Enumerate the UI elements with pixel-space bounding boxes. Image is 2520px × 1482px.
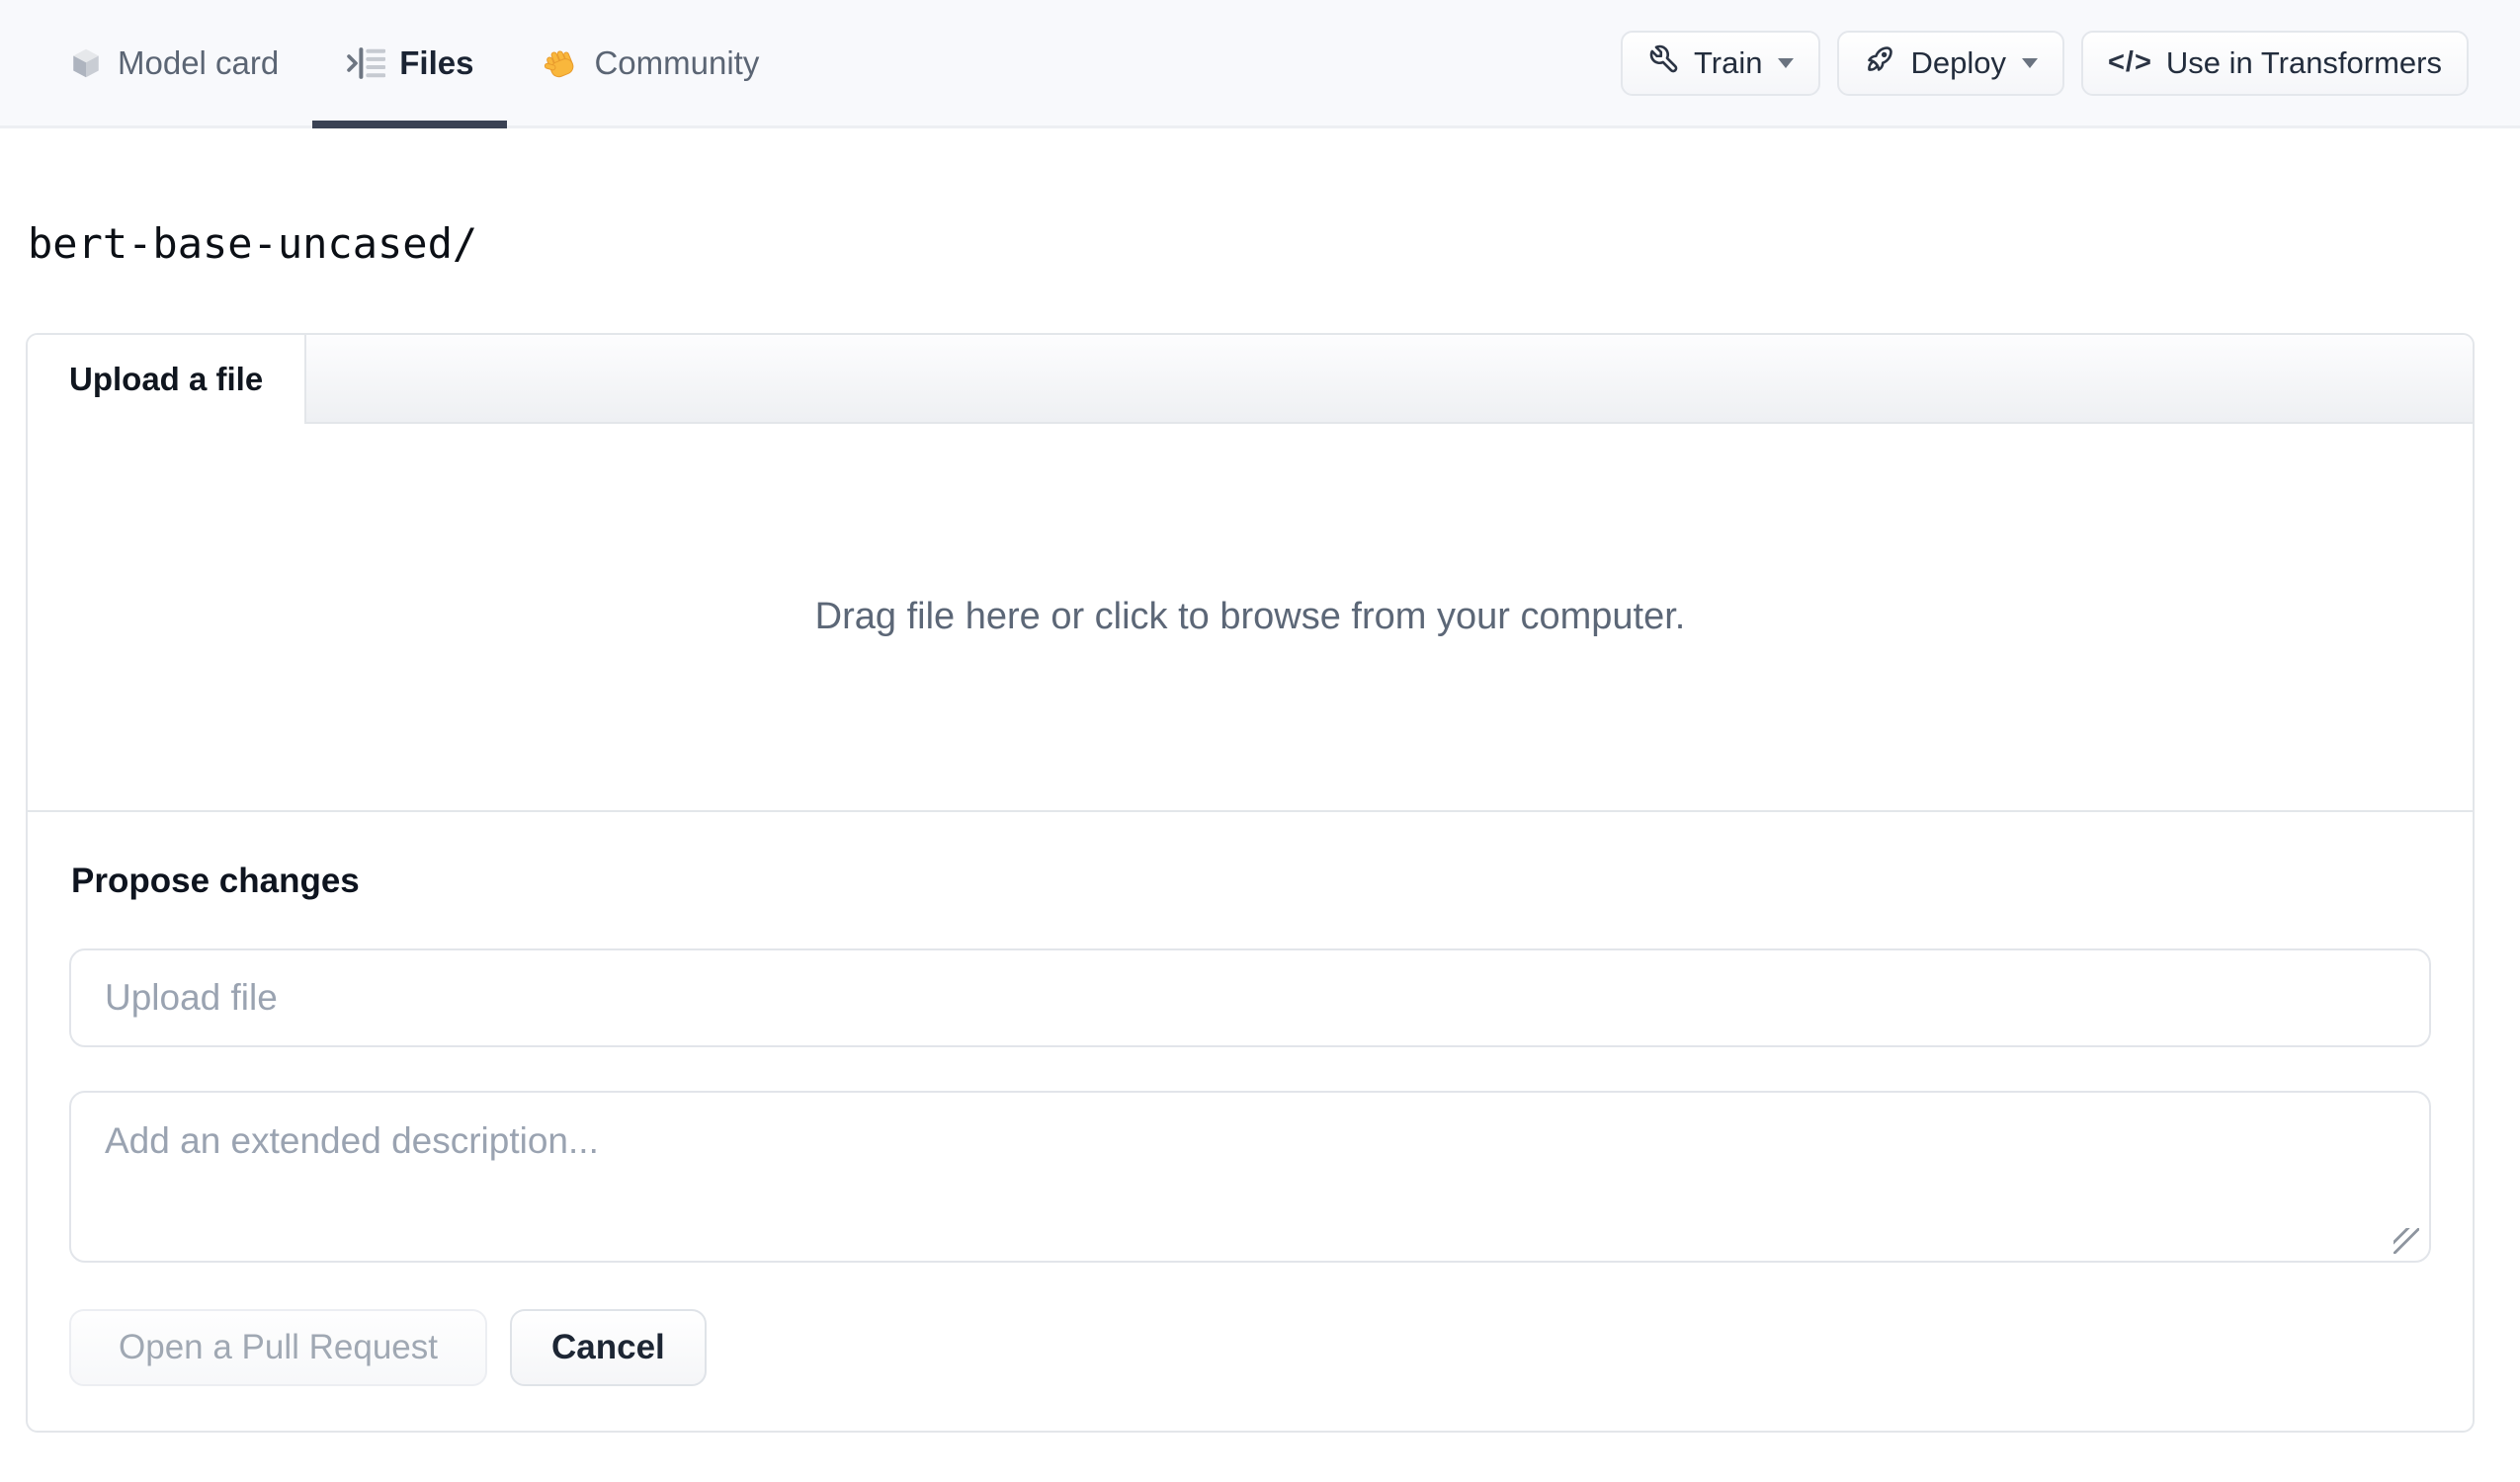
form-actions: Open a Pull Request Cancel [69,1309,2431,1386]
files-list-icon [346,46,386,80]
top-nav: Model card Files Community Train Deploy … [0,0,2520,128]
tabbar-filler [306,335,2473,424]
main-content: bert-base-uncased/ Upload a file Drag fi… [0,219,2520,1433]
page: Model card Files Community Train Deploy … [0,0,2520,1482]
train-button-label: Train [1694,44,1763,80]
rocket-icon [1864,42,1896,83]
cube-icon [68,45,104,81]
propose-changes-section: Propose changes Open a Pull Request Canc… [28,812,2473,1431]
use-in-transformers-button[interactable]: </> Use in Transformers [2080,30,2469,96]
upload-card: Upload a file Drag file here or click to… [26,333,2475,1433]
nav-tabs: Model card Files Community [35,0,793,128]
repo-path: bert-base-uncased/ [28,219,478,268]
wrench-icon [1647,42,1680,83]
nav-actions: Train Deploy </> Use in Transformers [1621,0,2469,125]
tab-community-label: Community [594,43,760,81]
train-button[interactable]: Train [1621,30,1821,96]
open-pull-request-button[interactable]: Open a Pull Request [69,1309,487,1386]
upload-card-tabbar: Upload a file [28,335,2473,424]
dropzone-text: Drag file here or click to browse from y… [814,596,1686,637]
upload-file-input[interactable] [69,948,2431,1047]
chevron-down-icon [1778,57,1795,68]
propose-changes-heading: Propose changes [71,862,360,900]
file-dropzone[interactable]: Drag file here or click to browse from y… [28,424,2473,812]
tab-model-card-label: Model card [118,43,280,81]
cancel-button[interactable]: Cancel [509,1309,707,1386]
tab-files-label: Files [399,43,474,81]
chevron-down-icon [2021,57,2038,68]
extended-description-textarea[interactable] [69,1091,2431,1263]
tab-community[interactable]: Community [507,0,793,125]
description-field-wrapper [69,1091,2431,1268]
tab-upload-a-file[interactable]: Upload a file [28,335,307,424]
textarea-resize-grip[interactable] [2394,1228,2419,1254]
deploy-button[interactable]: Deploy [1837,30,2064,96]
use-in-transformers-label: Use in Transformers [2165,44,2442,80]
deploy-button-label: Deploy [1910,44,2006,80]
tab-model-card[interactable]: Model card [35,0,312,125]
tab-files[interactable]: Files [312,0,508,128]
code-icon: </> [2107,46,2152,78]
waving-hand-icon [541,43,580,83]
